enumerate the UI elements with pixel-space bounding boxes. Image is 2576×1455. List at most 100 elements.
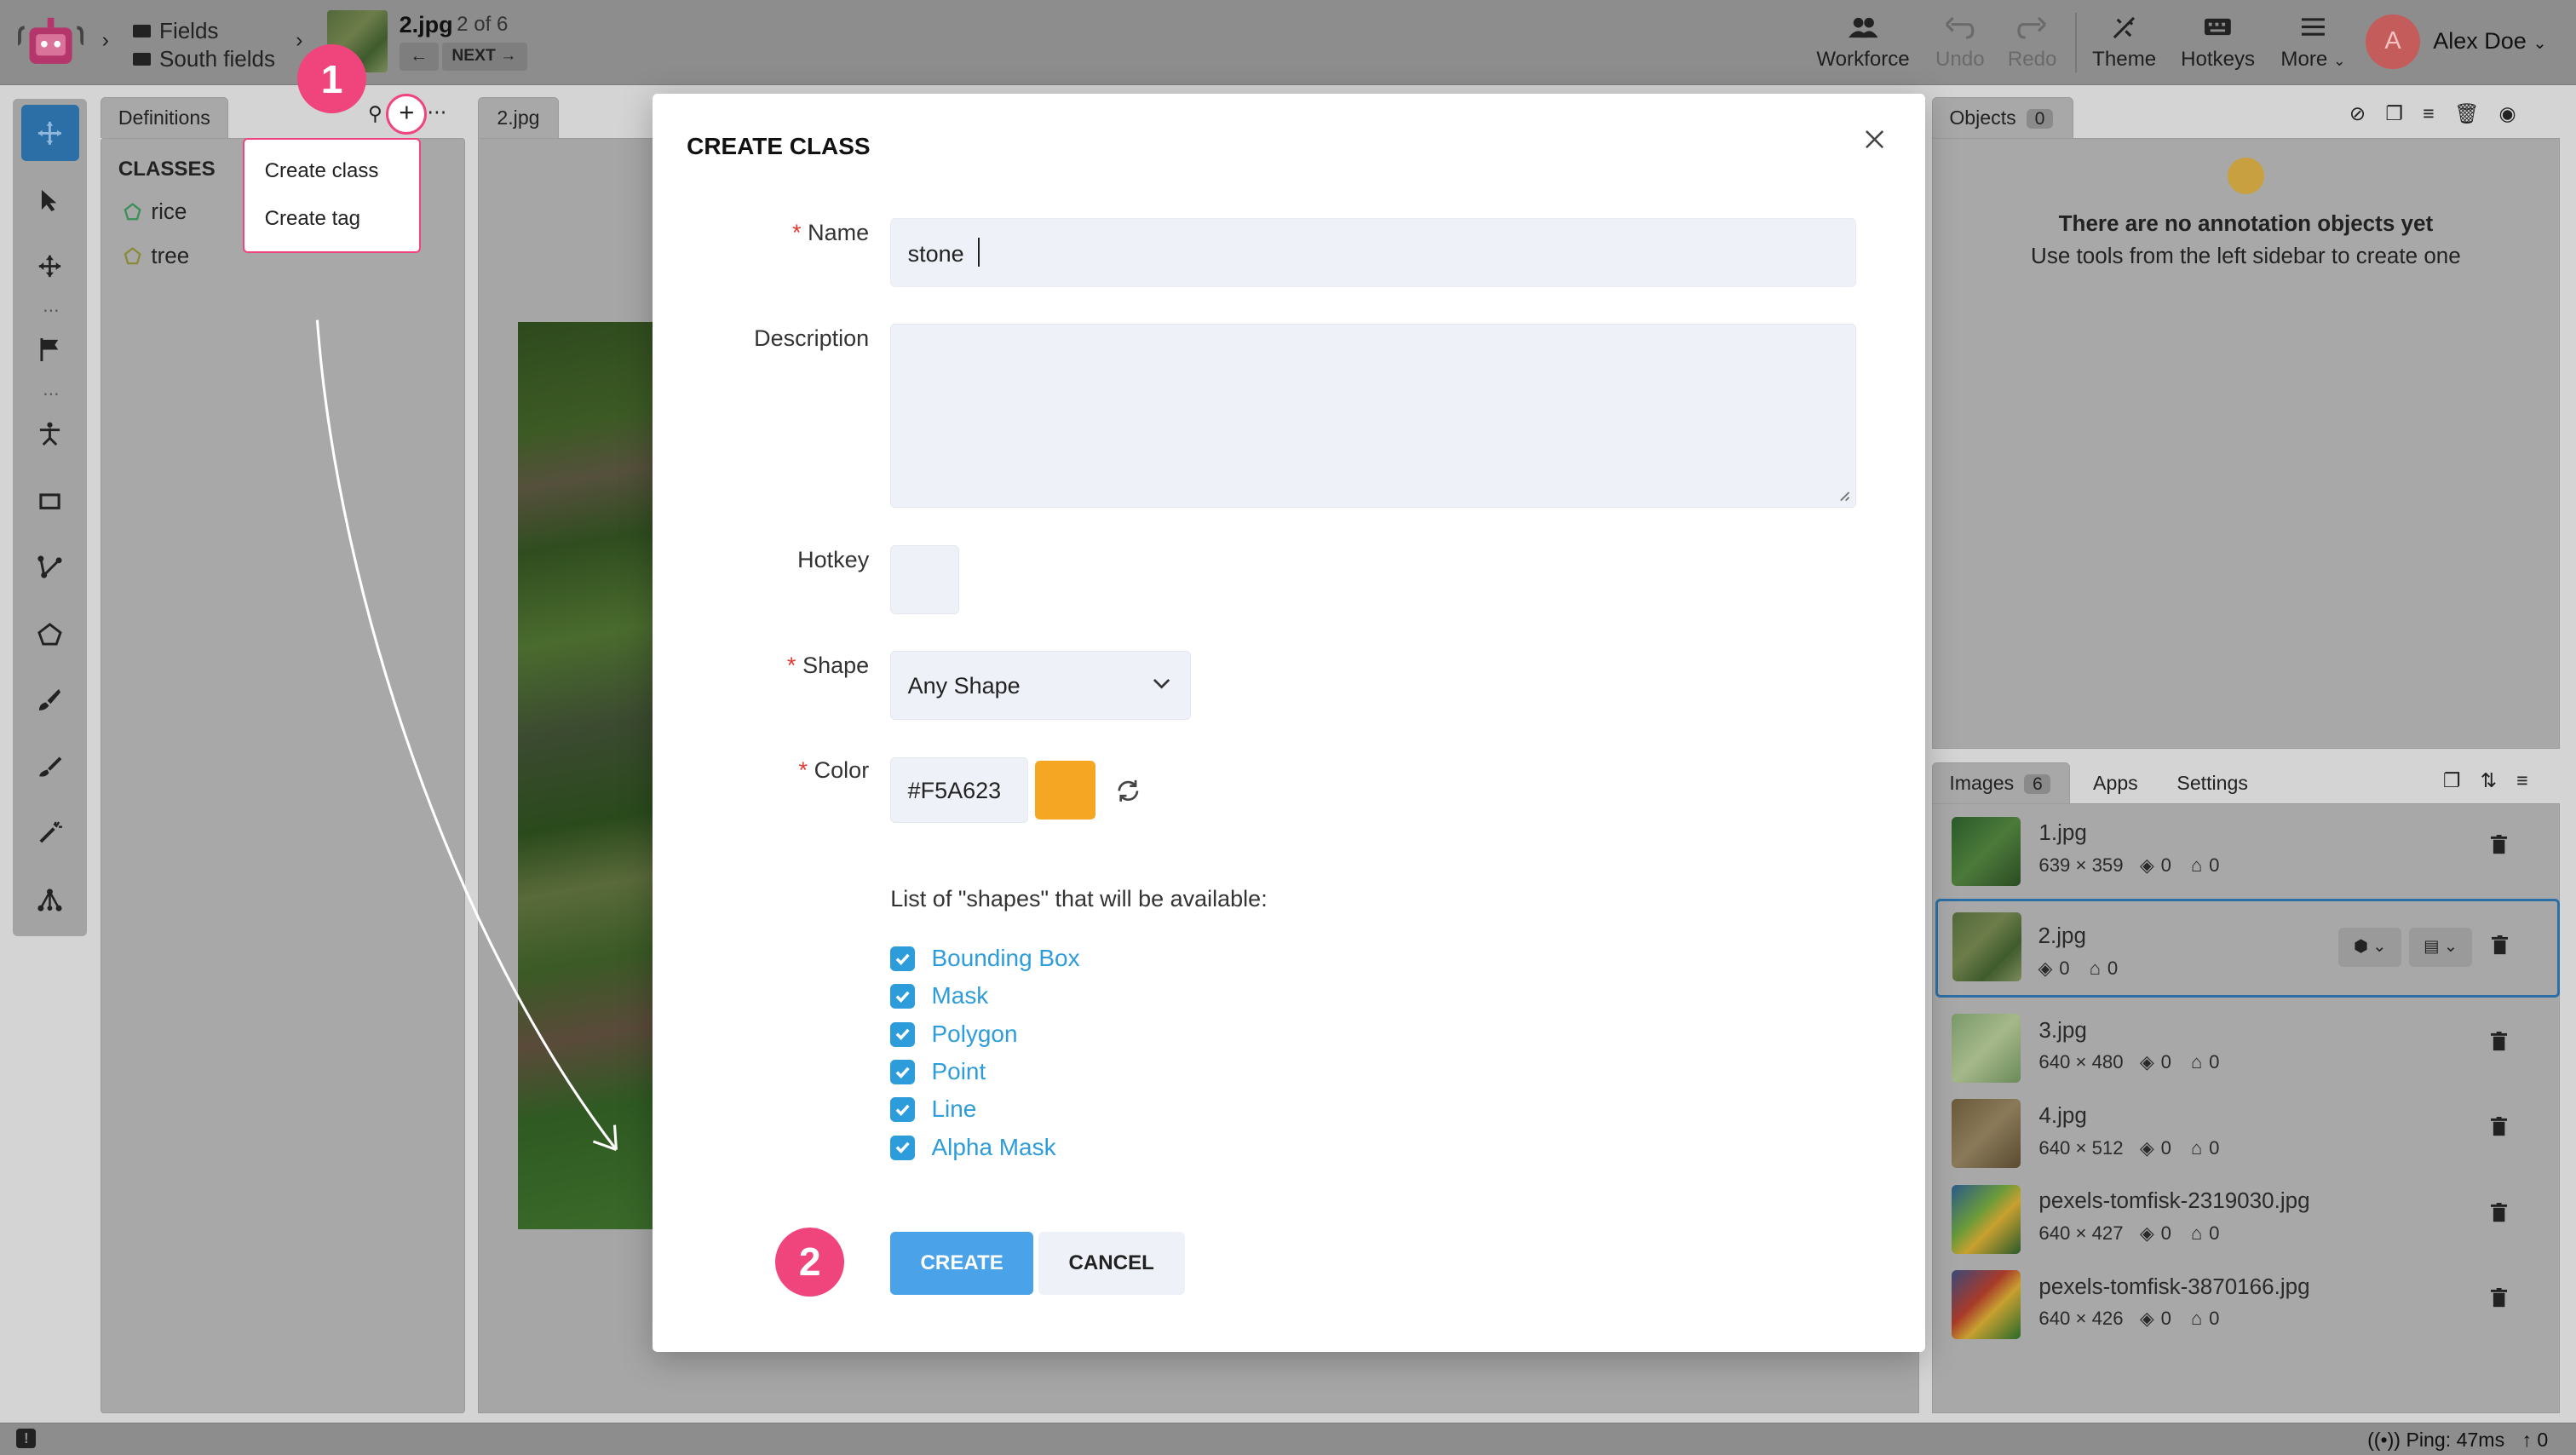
sort-icon[interactable]: ⇅: [2481, 769, 2497, 792]
tag-dropdown-button[interactable]: ⬢ ⌄: [2338, 927, 2401, 968]
workforce-button[interactable]: Workforce: [1815, 16, 1911, 72]
search-icon[interactable]: ⚲: [368, 102, 382, 125]
avatar[interactable]: A: [2366, 14, 2420, 69]
eraser-tool[interactable]: [21, 739, 79, 796]
description-textarea[interactable]: [890, 323, 1857, 508]
breadcrumb-dataset[interactable]: South fields: [133, 46, 275, 72]
list-item[interactable]: pexels-tomfisk-2319030.jpg 640 × 427 ◈ 0 ⌂ 0: [1935, 1175, 2560, 1260]
robot-logo-icon[interactable]: [18, 14, 84, 71]
tab-apps[interactable]: Apps: [2093, 772, 2138, 795]
shape-checkbox[interactable]: [890, 1021, 916, 1047]
user-menu[interactable]: Alex Doe ⌄: [2433, 28, 2546, 55]
color-swatch[interactable]: [1035, 760, 1096, 820]
eye-icon[interactable]: ◉: [2498, 102, 2516, 125]
shape-checkbox[interactable]: [890, 946, 916, 971]
shape-checkbox[interactable]: [890, 1135, 916, 1160]
shape-select[interactable]: Any Shape: [890, 650, 1192, 720]
image-name: pexels-tomfisk-2319030.jpg: [2038, 1188, 2310, 1214]
trash-icon[interactable]: [2490, 1288, 2508, 1308]
copy-icon[interactable]: ❐: [2385, 102, 2403, 125]
filter-icon[interactable]: ≡: [2423, 102, 2435, 125]
next-image-button[interactable]: NEXT →: [441, 43, 528, 71]
polygon-tool[interactable]: [21, 607, 79, 663]
graph-tool[interactable]: [21, 872, 79, 929]
shape-option-label[interactable]: Mask: [932, 982, 989, 1009]
tag-count: 0: [2209, 854, 2220, 876]
trash-icon[interactable]: [2490, 834, 2508, 854]
layers-icon: ◈: [2139, 1136, 2154, 1159]
shape-option-label[interactable]: Point: [932, 1058, 986, 1085]
shape-checkbox[interactable]: [890, 1097, 916, 1123]
tab-settings[interactable]: Settings: [2176, 772, 2248, 795]
redo-button[interactable]: Redo: [2004, 16, 2061, 72]
undo-button[interactable]: Undo: [1932, 16, 1988, 72]
pan-tool[interactable]: [21, 105, 79, 161]
prev-image-button[interactable]: ←: [399, 43, 439, 71]
tab-objects[interactable]: Objects 0: [1932, 96, 2073, 138]
hotkeys-button[interactable]: Hotkeys: [2178, 16, 2257, 72]
close-icon[interactable]: [1865, 129, 1884, 149]
next-label: NEXT: [451, 47, 496, 66]
more-options-icon[interactable]: ⋯: [427, 101, 446, 124]
undo-icon: [1946, 17, 1975, 39]
add-definition-button[interactable]: +: [386, 93, 428, 135]
trash-icon[interactable]: [2490, 1202, 2508, 1222]
flag-tool[interactable]: [21, 322, 79, 378]
object-count: 0: [2160, 1051, 2171, 1073]
menu-item-create-class[interactable]: Create class: [265, 159, 379, 183]
menu-item-create-tag[interactable]: Create tag: [265, 207, 361, 231]
tab-canvas-image[interactable]: 2.jpg: [478, 96, 559, 138]
rectangle-tool[interactable]: [21, 473, 79, 529]
top-bar: › Fields South fields › 2.jpg 2 of 6 ← N…: [0, 0, 2576, 86]
resize-handle-icon[interactable]: [1839, 491, 1851, 503]
refresh-color-icon[interactable]: [1114, 777, 1142, 805]
shape-option-label[interactable]: Line: [932, 1096, 977, 1123]
step-badge-1: 1: [297, 44, 367, 114]
tab-definitions-label: Definitions: [118, 106, 210, 129]
magic-wand-icon: [39, 821, 63, 843]
shape-option-label[interactable]: Alpha Mask: [932, 1134, 1056, 1161]
filter-icon[interactable]: ≡: [2516, 769, 2528, 792]
keypoint-tool[interactable]: [21, 405, 79, 462]
list-item-selected[interactable]: 2.jpg ◈ 0 ⌂ 0 ⬢ ⌄ ▤ ⌄: [1935, 898, 2560, 998]
create-button[interactable]: CREATE: [890, 1232, 1034, 1295]
copy-icon[interactable]: ❐: [2443, 769, 2461, 792]
trash-icon[interactable]: [2490, 1117, 2508, 1136]
classes-heading: CLASSES: [118, 158, 216, 181]
shape-option-label[interactable]: Bounding Box: [932, 945, 1080, 972]
trash-icon[interactable]: [2491, 935, 2508, 955]
list-item[interactable]: pexels-tomfisk-3870166.jpg 640 × 426 ◈ 0 ⌂ 0: [1935, 1260, 2560, 1345]
breadcrumb-project[interactable]: Fields: [133, 18, 275, 44]
shape-checkbox[interactable]: [890, 984, 916, 1009]
hide-cursor-icon[interactable]: ⊘: [2349, 102, 2366, 125]
class-item-tree[interactable]: tree: [124, 243, 189, 269]
cancel-button[interactable]: CANCEL: [1038, 1232, 1185, 1295]
tab-images[interactable]: Images 6: [1932, 762, 2071, 804]
hotkey-input[interactable]: [890, 545, 960, 615]
more-button[interactable]: More ⌄: [2277, 16, 2349, 72]
list-item[interactable]: 3.jpg 640 × 480 ◈ 0 ⌂ 0: [1935, 1004, 2560, 1089]
flag-icon: [40, 338, 59, 362]
name-input[interactable]: stone: [890, 218, 1857, 288]
arrow-up-icon: ↑: [2521, 1428, 2532, 1451]
shape-option-label[interactable]: Polygon: [932, 1021, 1018, 1048]
feedback-icon[interactable]: !: [16, 1428, 37, 1449]
magic-wand-tool[interactable]: [21, 805, 79, 861]
class-item-rice[interactable]: rice: [124, 198, 187, 225]
list-item[interactable]: 4.jpg 640 × 512 ◈ 0 ⌂ 0: [1935, 1090, 2560, 1175]
user-name: Alex Doe: [2433, 27, 2527, 54]
status-dropdown-button[interactable]: ▤ ⌄: [2409, 927, 2472, 968]
trash-icon[interactable]: [2490, 1032, 2508, 1051]
select-tool[interactable]: [21, 173, 79, 229]
polyline-tool[interactable]: [21, 539, 79, 595]
trash-icon[interactable]: 🗑: [2454, 102, 2479, 125]
brush-tool[interactable]: [21, 672, 79, 728]
name-label: * Name: [791, 220, 870, 246]
color-hex-input[interactable]: #F5A623: [890, 757, 1029, 824]
tab-definitions[interactable]: Definitions: [100, 96, 229, 138]
drag-tool[interactable]: [21, 239, 79, 295]
shape-checkbox[interactable]: [890, 1059, 916, 1084]
list-item[interactable]: 1.jpg 639 × 359 ◈ 0 ⌂ 0: [1935, 807, 2560, 892]
theme-button[interactable]: Theme: [2088, 16, 2160, 72]
tag-count: 0: [2209, 1308, 2220, 1330]
